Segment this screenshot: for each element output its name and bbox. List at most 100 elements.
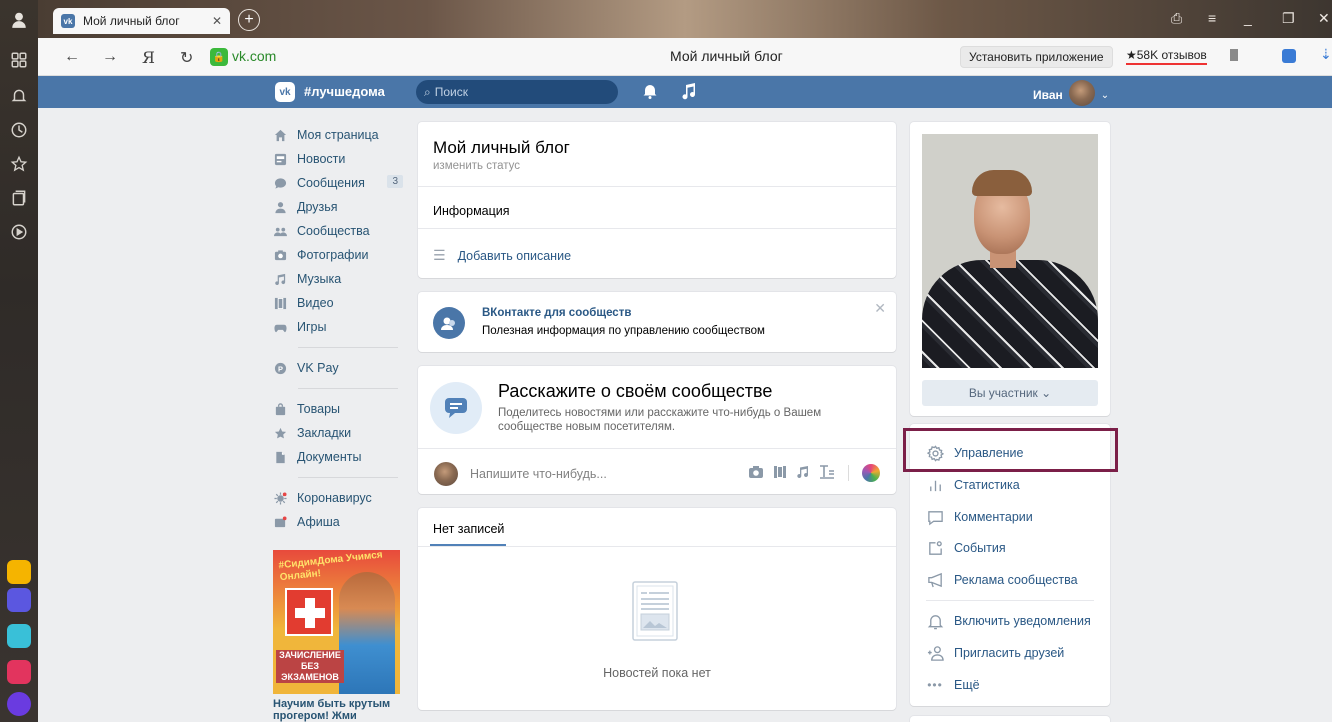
community-photo-card: Вы участник ⌄ <box>910 122 1110 416</box>
sidebar-item-vkpay[interactable]: P VK Pay <box>273 356 403 380</box>
sidebar-item-news[interactable]: Новости <box>273 147 403 171</box>
notice-card: ВКонтакте для сообществ Полезная информа… <box>418 292 896 352</box>
tab-no-posts[interactable]: Нет записей <box>433 522 504 536</box>
left-menu: Моя страница Новости Сообщения 3 Друзья С… <box>273 123 403 534</box>
vk-hashtag[interactable]: #лучшедома <box>304 84 385 99</box>
post-input[interactable]: Напишите что-нибудь... <box>470 467 607 481</box>
history-icon[interactable] <box>9 120 29 140</box>
divider <box>418 546 896 547</box>
sidebar-item-coronavirus[interactable]: Коронавирус <box>273 486 403 510</box>
notice-text: Полезная информация по управлению сообще… <box>482 325 765 337</box>
bookmark-manager-icon[interactable]: ⎙ <box>1171 10 1182 27</box>
user-menu[interactable]: Иван ⌄ <box>1033 80 1109 106</box>
bookmarks-star-icon[interactable] <box>9 154 29 174</box>
profile-icon[interactable] <box>9 10 29 30</box>
vk-header: vk #лучшедома ⌕ Поиск Иван ⌄ <box>38 76 1332 108</box>
sidebar-item-bookmarks[interactable]: Закладки <box>273 421 403 445</box>
events-icon <box>926 539 944 557</box>
minimize-icon[interactable]: _ <box>1244 10 1252 26</box>
yandex-icon[interactable]: Я <box>142 48 155 67</box>
collections-icon[interactable] <box>9 188 29 208</box>
vk-logo-icon[interactable]: vk <box>275 82 295 102</box>
sidebar-item-games[interactable]: Игры <box>273 315 403 339</box>
star-icon <box>273 426 287 440</box>
sidebar-item-label: Товары <box>297 402 340 416</box>
downloads-icon[interactable]: ⇣ <box>1320 46 1332 62</box>
action-stats[interactable]: Статистика <box>926 476 1020 494</box>
bookmark-icon[interactable] <box>1230 49 1238 61</box>
add-description-link[interactable]: ☰ Добавить описание <box>433 247 571 264</box>
divider <box>418 228 896 229</box>
apps-grid-icon[interactable] <box>9 50 29 70</box>
close-window-icon[interactable]: ✕ <box>1318 10 1330 27</box>
forward-icon[interactable]: → <box>102 48 118 66</box>
sidebar-item-messages[interactable]: Сообщения 3 <box>273 171 403 195</box>
action-notifications[interactable]: Включить уведомления <box>926 612 1091 630</box>
page-title: Мой личный блог <box>670 48 783 64</box>
mail-app-icon[interactable] <box>7 560 31 584</box>
tab-close-icon[interactable]: ✕ <box>212 14 222 28</box>
bell-icon[interactable] <box>643 83 657 102</box>
member-button[interactable]: Вы участник ⌄ <box>922 380 1098 406</box>
lock-icon[interactable]: 🔒 <box>210 48 228 66</box>
music-icon[interactable] <box>682 82 696 103</box>
change-status-link[interactable]: изменить статус <box>433 160 520 172</box>
action-comments[interactable]: Комментарии <box>926 508 1033 526</box>
reviews-link[interactable]: ★58K отзывов <box>1126 48 1207 65</box>
sidebar-item-communities[interactable]: Сообщества <box>273 219 403 243</box>
sidebar-item-video[interactable]: Видео <box>273 291 403 315</box>
send-app-icon[interactable] <box>7 624 31 648</box>
promo-banner[interactable]: #СидимДома Учимся Онлайн! ЗАЧИСЛЕНИЕ БЕЗ… <box>273 549 400 694</box>
messenger-app-icon[interactable] <box>7 588 31 612</box>
url-text[interactable]: vk.com <box>232 48 276 64</box>
tab-vk[interactable]: vk Мой личный блог ✕ <box>53 8 230 34</box>
sidebar-item-music[interactable]: Музыка <box>273 267 403 291</box>
search-placeholder: Поиск <box>434 85 468 99</box>
sidebar-item-afisha[interactable]: Афиша <box>273 510 403 534</box>
comment-icon <box>926 508 944 526</box>
poster-icon[interactable] <box>862 464 880 482</box>
action-advertise[interactable]: Реклама сообщества <box>926 571 1078 589</box>
community-photo[interactable] <box>922 134 1098 368</box>
group-header-card: Мой личный блог изменить статус Информац… <box>418 122 896 278</box>
new-tab-button[interactable]: + <box>238 9 260 31</box>
search-input[interactable]: ⌕ Поиск <box>416 80 618 104</box>
document-icon <box>273 450 287 464</box>
close-icon[interactable]: ✕ <box>874 300 886 317</box>
back-icon[interactable]: ← <box>64 48 80 66</box>
action-label: Ещё <box>954 678 980 692</box>
action-more[interactable]: ••• Ещё <box>926 676 980 694</box>
divider <box>418 186 896 187</box>
music-note-icon[interactable] <box>796 465 810 482</box>
action-invite[interactable]: Пригласить друзей <box>926 644 1064 662</box>
menu-divider <box>298 477 398 478</box>
camera-icon[interactable] <box>748 465 764 482</box>
menu-icon[interactable]: ≡ <box>1208 10 1216 26</box>
assistant-app-icon[interactable] <box>7 692 31 716</box>
sidebar-item-label: Закладки <box>297 426 352 440</box>
sidebar-item-goods[interactable]: Товары <box>273 397 403 421</box>
alice-app-icon[interactable] <box>7 660 31 684</box>
sidebar-item-photos[interactable]: Фотографии <box>273 243 403 267</box>
video-icon[interactable] <box>773 465 787 482</box>
action-events[interactable]: События <box>926 539 1006 557</box>
extension-icon[interactable] <box>1282 49 1296 63</box>
group-title: Мой личный блог <box>433 138 570 157</box>
article-icon[interactable] <box>819 464 835 482</box>
notifications-icon[interactable] <box>9 86 29 106</box>
sidebar-item-friends[interactable]: Друзья <box>273 195 403 219</box>
camera-icon <box>273 248 287 262</box>
notice-title[interactable]: ВКонтакте для сообществ <box>482 307 631 319</box>
promo-caption[interactable]: Научим быть крутым прогером! Жми <box>273 698 400 722</box>
reload-icon[interactable]: ↻ <box>180 48 193 68</box>
unread-badge: 3 <box>387 175 403 188</box>
sidebar-item-documents[interactable]: Документы <box>273 445 403 469</box>
sidebar-item-label: Сообщества <box>297 224 370 238</box>
add-description-label: Добавить описание <box>457 248 572 263</box>
sidebar-item-my-page[interactable]: Моя страница <box>273 123 403 147</box>
media-player-icon[interactable] <box>9 222 29 242</box>
install-app-button[interactable]: Установить приложение <box>960 46 1113 68</box>
toolbar-divider <box>848 465 849 481</box>
post-toolbar <box>748 464 880 482</box>
restore-icon[interactable]: ❐ <box>1282 10 1295 27</box>
